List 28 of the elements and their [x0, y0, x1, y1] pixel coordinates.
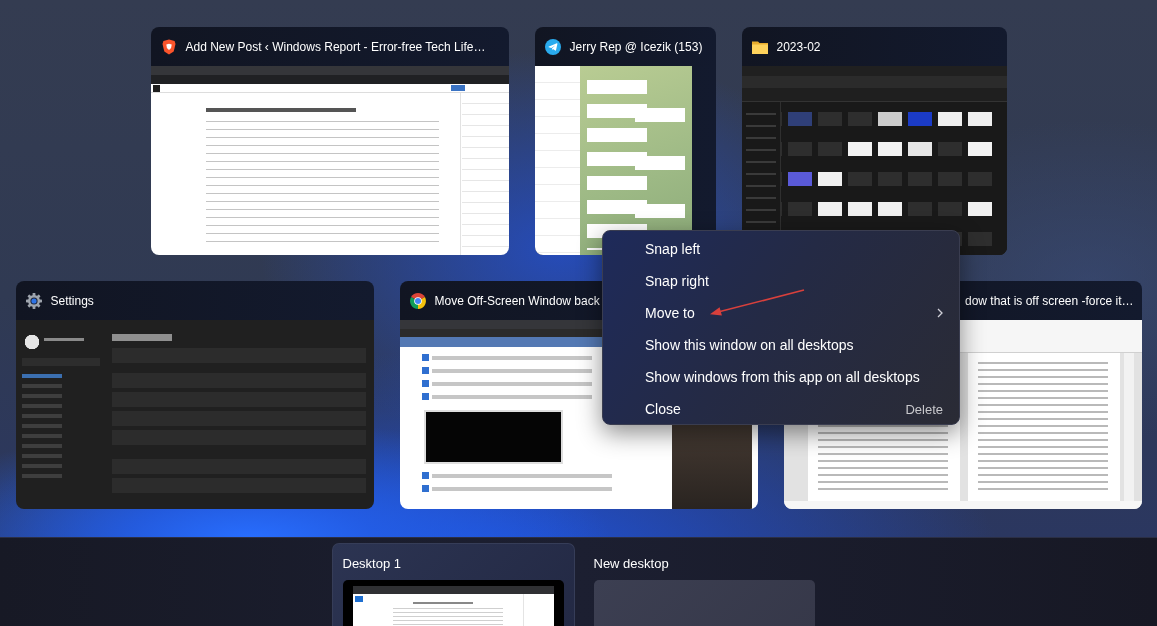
shield-icon — [160, 38, 177, 55]
desktop-tile[interactable]: Desktop 1 — [331, 543, 575, 626]
settings-icon — [25, 292, 42, 309]
menu-item[interactable]: Show windows from this app on all desktops — [603, 361, 959, 393]
shortcut-text: Delete — [905, 401, 943, 417]
desktop-label: New desktop — [593, 556, 669, 571]
menu-item[interactable]: Snap left — [603, 233, 959, 265]
folder-icon — [751, 39, 768, 54]
window-title: 2023-02 — [776, 39, 821, 54]
window-title-bar[interactable]: Settings — [15, 281, 374, 320]
empty-desktop-thumbnail[interactable] — [593, 580, 815, 626]
paper-plane-icon — [544, 38, 561, 55]
window-title: Move Off-Screen Window back — [434, 293, 600, 308]
desktop-thumbnail[interactable] — [342, 580, 564, 626]
window-title: Add New Post ‹ Windows Report - Error-free Tech Life… — [185, 39, 486, 54]
window-title: dow that is off screen -force it… — [965, 293, 1134, 308]
window-title-bar[interactable]: Jerry Rep @ Icezik (153) — [534, 27, 716, 66]
chat-window-thumbnail[interactable] — [534, 66, 716, 255]
settings-window-thumbnail[interactable] — [15, 320, 374, 509]
segmented-circle-icon — [409, 292, 426, 309]
menu-item[interactable]: Close Delete — [603, 393, 959, 425]
window-title: Jerry Rep @ Icezik (153) — [569, 39, 703, 54]
window-title-bar[interactable]: 2023-02 — [741, 27, 1007, 66]
desktop-label: Desktop 1 — [342, 556, 402, 571]
browser-window-thumbnail[interactable] — [150, 66, 509, 255]
menu-item[interactable]: Show this window on all desktops — [603, 329, 959, 361]
window-title: Settings — [50, 293, 94, 308]
window-title-bar[interactable]: Add New Post ‹ Windows Report - Error-free Tech Life… — [150, 27, 509, 66]
